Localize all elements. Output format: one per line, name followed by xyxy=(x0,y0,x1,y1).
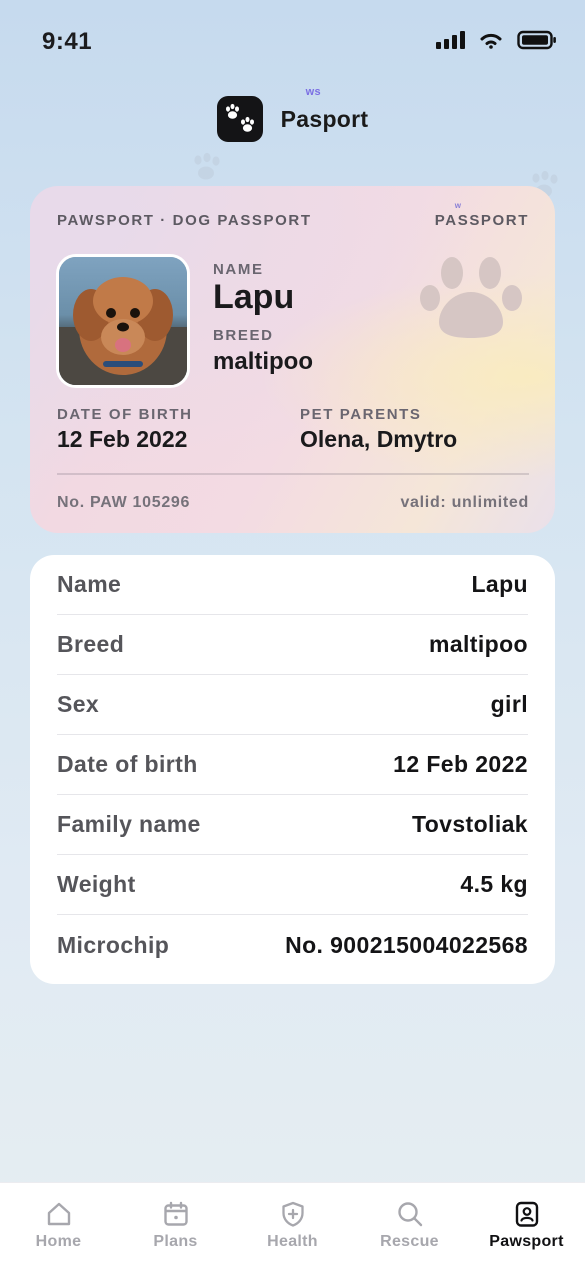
detail-row-family-name: Family name Tovstoliak xyxy=(57,795,528,855)
parents-label: PET PARENTS xyxy=(300,406,422,423)
tab-label: Rescue xyxy=(380,1233,439,1250)
tab-label: Home xyxy=(35,1233,82,1250)
status-time: 9:41 xyxy=(42,28,93,55)
pet-breed: maltipoo xyxy=(213,348,313,375)
detail-label: Sex xyxy=(57,691,100,717)
pet-photo xyxy=(56,254,190,388)
detail-value: 4.5 kg xyxy=(460,871,528,897)
app-name-superscript: ws xyxy=(305,85,321,98)
detail-value: 12 Feb 2022 xyxy=(393,751,528,777)
cellular-signal-icon xyxy=(436,31,465,49)
tab-home[interactable]: Home xyxy=(0,1183,117,1266)
detail-value: maltipoo xyxy=(428,631,528,657)
shield-plus-icon xyxy=(278,1199,308,1229)
id-badge-icon xyxy=(512,1199,542,1229)
detail-label: Breed xyxy=(57,631,125,657)
app-name: Pasport ws xyxy=(280,86,369,133)
status-icons xyxy=(436,30,557,50)
dob-value: 12 Feb 2022 xyxy=(57,426,188,452)
dob-label: DATE OF BIRTH xyxy=(57,406,193,423)
detail-label: Date of birth xyxy=(57,751,198,777)
parents-value: Olena, Dmytro xyxy=(300,426,458,452)
detail-row-name: Name Lapu xyxy=(57,555,528,615)
detail-label: Name xyxy=(57,571,122,597)
passport-card-header: PAWSPORT · DOG PASSPORT PASSPORT w xyxy=(57,202,529,230)
pet-details-card: Name Lapu Breed maltipoo Sex girl Date o… xyxy=(30,555,555,984)
wifi-icon xyxy=(480,33,502,49)
detail-row-microchip: Microchip No. 900215004022568 xyxy=(57,915,528,975)
detail-label: Family name xyxy=(57,811,201,837)
tab-health[interactable]: Health xyxy=(234,1183,351,1266)
tab-plans[interactable]: Plans xyxy=(117,1183,234,1266)
detail-value: girl xyxy=(490,691,528,717)
pet-name: Lapu xyxy=(213,278,295,316)
name-label: NAME xyxy=(213,261,264,278)
passport-divider xyxy=(57,473,529,475)
battery-icon xyxy=(517,30,556,50)
passport-footer: No. PAW 105296 valid: unlimited xyxy=(57,494,529,512)
status-bar: 9:41 xyxy=(0,0,585,84)
detail-row-date-of-birth: Date of birth 12 Feb 2022 xyxy=(57,735,528,795)
detail-value: Tovstoliak xyxy=(411,811,528,837)
tab-rescue[interactable]: Rescue xyxy=(351,1183,468,1266)
passport-validity: valid: unlimited xyxy=(400,494,529,511)
tab-label: Pawsport xyxy=(489,1233,564,1250)
app-name-text: Pasport xyxy=(280,105,369,132)
bottom-tab-bar: Home Plans Health Rescue Pawsport xyxy=(0,1182,585,1266)
detail-label: Microchip xyxy=(57,931,170,958)
background-paw-icon xyxy=(194,152,220,180)
passport-number: No. PAW 105296 xyxy=(57,494,191,511)
passport-brand-label: PASSPORT w xyxy=(434,202,529,230)
detail-value: No. 900215004022568 xyxy=(285,931,528,958)
calendar-icon xyxy=(161,1199,191,1229)
breed-label: BREED xyxy=(213,327,274,344)
search-icon xyxy=(395,1199,425,1229)
passport-card: PAWSPORT · DOG PASSPORT PASSPORT w NAME … xyxy=(30,186,555,533)
tab-label: Plans xyxy=(153,1233,198,1250)
paw-watermark-icon xyxy=(420,257,522,338)
detail-row-breed: Breed maltipoo xyxy=(57,615,528,675)
tab-pawsport[interactable]: Pawsport xyxy=(468,1183,585,1266)
tab-label: Health xyxy=(267,1233,318,1250)
detail-row-weight: Weight 4.5 kg xyxy=(57,855,528,915)
detail-row-sex: Sex girl xyxy=(57,675,528,735)
detail-value: Lapu xyxy=(471,571,528,597)
passport-brand-superscript: w xyxy=(454,201,462,210)
detail-label: Weight xyxy=(57,871,136,897)
app-brand-header: Pasport ws xyxy=(0,86,585,142)
paw-prints-icon xyxy=(216,96,263,142)
passport-brand-text: PASSPORT xyxy=(434,212,529,229)
passport-type-label: PAWSPORT · DOG PASSPORT xyxy=(57,212,312,229)
home-icon xyxy=(44,1199,74,1229)
